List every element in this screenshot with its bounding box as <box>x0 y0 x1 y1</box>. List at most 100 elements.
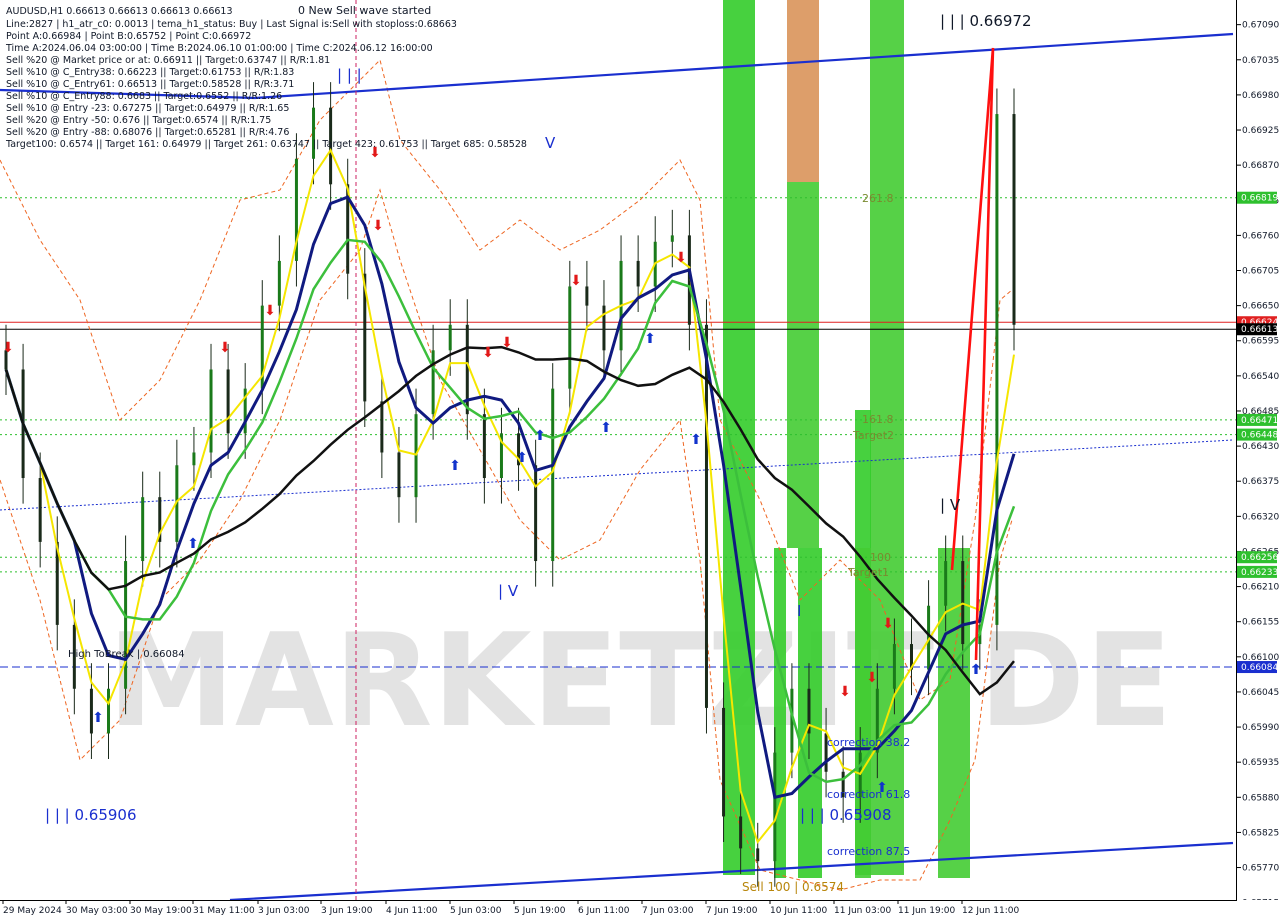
time-tick-label: 30 May 19:00 <box>130 906 192 916</box>
candle-body <box>277 260 281 306</box>
target1-label: Target1 <box>847 566 889 579</box>
price-tick-label: 0.67090 <box>1242 21 1279 31</box>
candle-body <box>944 561 948 606</box>
sell-arrow-icon: ⬇ <box>570 273 582 289</box>
wave-i-low-label: I <box>797 602 801 620</box>
sell-arrow-icon: ⬇ <box>2 340 14 356</box>
sell-100-label: Sell 100 | 0.6574 <box>742 880 844 894</box>
sell-arrow-icon: ⬇ <box>372 218 384 234</box>
sell-arrow-icon: ⬇ <box>675 250 687 266</box>
time-tick-label: 7 Jun 19:00 <box>706 906 758 916</box>
price-tick-label: 0.66155 <box>1242 618 1279 628</box>
buy-arrow-icon: ⬆ <box>970 662 982 678</box>
price-tick-label: 0.66045 <box>1242 688 1279 698</box>
time-tick-label: 11 Jun 19:00 <box>898 906 955 916</box>
time-tick-label: 12 Jun 11:00 <box>962 906 1019 916</box>
time-axis-background <box>0 900 1280 920</box>
candle-body <box>141 497 145 562</box>
sell-arrow-icon: ⬇ <box>264 303 276 319</box>
price-tick-label: 0.66540 <box>1242 372 1279 382</box>
price-tick-label: 0.66210 <box>1242 583 1279 593</box>
candle-body <box>431 350 435 415</box>
info-line-9: Sell %20 @ Entry -50: 0.676 || Target:0.… <box>6 115 271 126</box>
info-line-3: Time A:2024.06.04 03:00:00 | Time B:2024… <box>5 43 433 54</box>
candle-body <box>602 305 606 351</box>
price-tick-label: 0.66925 <box>1242 126 1279 136</box>
sell-arrow-icon: ⬇ <box>866 670 878 686</box>
candle-body <box>568 286 572 389</box>
info-line-8: Sell %10 @ Entry -23: 0.67275 || Target:… <box>6 103 289 114</box>
time-tick-label: 4 Jun 11:00 <box>386 906 438 916</box>
info-line-7: Sell %10 @ C_Entry88: 0.6683 || Target:0… <box>6 91 282 102</box>
candle-body <box>124 561 128 689</box>
price-tick-label: 0.65990 <box>1242 723 1279 733</box>
price-chart[interactable]: MARKETZIT DE ⬇ ⬇ ⬇ ⬇ ⬇ ⬇ ⬇ ⬇ ⬇ ⬇ ⬇ ⬇ ⬆ ⬆ ⬆ ⬆ ⬆ ⬆ ⬆ ⬆ ⬆ ⬆ | | … <box>0 0 1280 920</box>
candle-body <box>636 260 640 287</box>
fib-161-label: 161.8 <box>862 413 894 426</box>
info-line-4: Sell %20 @ Market price or at: 0.66911 |… <box>6 55 330 66</box>
time-tick-label: 11 Jun 03:00 <box>834 906 891 916</box>
price-tick-label: 0.66760 <box>1242 231 1279 241</box>
candle-body <box>585 286 589 306</box>
candle-body <box>38 478 42 542</box>
correction-61-label: correction 61.8 <box>827 788 910 801</box>
correction-87-label: correction 87.5 <box>827 845 910 858</box>
price-tick-label: 0.66980 <box>1242 91 1279 101</box>
candle-body <box>534 465 538 562</box>
price-badge-label: 0.66256 <box>1241 553 1278 563</box>
sell-arrow-icon: ⬇ <box>839 684 851 700</box>
time-tick-label: 6 Jun 11:00 <box>578 906 630 916</box>
candle-body <box>414 414 418 498</box>
price-badge-label: 0.66233 <box>1241 568 1278 578</box>
price-badge-label: 0.66819 <box>1241 194 1278 204</box>
time-tick-label: 3 Jun 03:00 <box>258 906 310 916</box>
candle-body <box>209 369 213 453</box>
time-tick-label: 30 May 03:00 <box>66 906 128 916</box>
chart-background <box>0 0 1280 920</box>
candle-body <box>226 369 230 434</box>
correction-38-label: correction 38.2 <box>827 736 910 749</box>
price-badge-label: 0.66448 <box>1241 431 1278 441</box>
info-line-1: Line:2827 | h1_atr_c0: 0.0013 | tema_h1_… <box>6 19 457 30</box>
candle-body <box>722 707 726 817</box>
time-tick-label: 5 Jun 19:00 <box>514 906 566 916</box>
time-tick-label: 31 May 11:00 <box>193 906 255 916</box>
candle-body <box>892 644 896 689</box>
price-tick-label: 0.66705 <box>1242 267 1279 277</box>
price-tick-label: 0.65935 <box>1242 758 1279 768</box>
price-tick-label: 0.65770 <box>1242 864 1279 874</box>
candle-body <box>107 688 111 734</box>
wave-top-right-label: | | | 0.66972 <box>940 12 1032 30</box>
candle-body <box>756 848 760 862</box>
price-tick-label: 0.66320 <box>1242 512 1279 522</box>
buy-arrow-icon: ⬆ <box>534 428 546 444</box>
info-line-0: AUDUSD,H1 0.66613 0.66613 0.66613 0.6661… <box>6 6 233 17</box>
price-badge-label: 0.66471 <box>1241 416 1278 426</box>
wave-v-label: V <box>545 134 556 152</box>
price-tick-label: 0.66650 <box>1242 302 1279 312</box>
wave-bottom-mid-label: | | | 0.65908 <box>800 806 892 824</box>
candle-body <box>397 452 401 498</box>
wave-status-text: 0 New Sell wave started <box>298 4 431 17</box>
sell-arrow-icon: ⬇ <box>482 345 494 361</box>
price-badge-label: 0.66613 <box>1241 325 1278 335</box>
candle-body <box>1012 114 1016 325</box>
signal-band <box>787 0 819 182</box>
chart-svg: MARKETZIT DE ⬇ ⬇⬇⬇⬇⬇⬇⬇⬇⬇⬇⬇⬆⬆⬆ ⬆⬆ ⬆⬆⬆⬆⬆ | | … <box>0 0 1280 920</box>
buy-arrow-icon: ⬆ <box>600 420 612 436</box>
candle-body <box>670 235 674 242</box>
buy-arrow-icon: ⬆ <box>644 331 656 347</box>
price-tick-label: 0.65825 <box>1242 828 1279 838</box>
price-tick-label: 0.66595 <box>1242 337 1279 347</box>
info-line-2: Point A:0.66984 | Point B:0.65752 | Poin… <box>6 31 251 42</box>
wave-bottom-left-label: | | | 0.65906 <box>45 806 137 824</box>
fib-100-label: 100 <box>870 551 891 564</box>
signal-band <box>787 182 819 548</box>
time-tick-label: 7 Jun 03:00 <box>642 906 694 916</box>
info-line-11: Target100: 0.6574 || Target 161: 0.64979… <box>5 139 527 150</box>
sell-arrow-icon: ⬇ <box>501 335 513 351</box>
price-axis-background <box>1237 0 1280 920</box>
candle-body <box>961 561 965 645</box>
high-to-break-label: High ToBreak | 0.66084 <box>68 649 185 660</box>
target2-label: Target2 <box>852 429 894 442</box>
